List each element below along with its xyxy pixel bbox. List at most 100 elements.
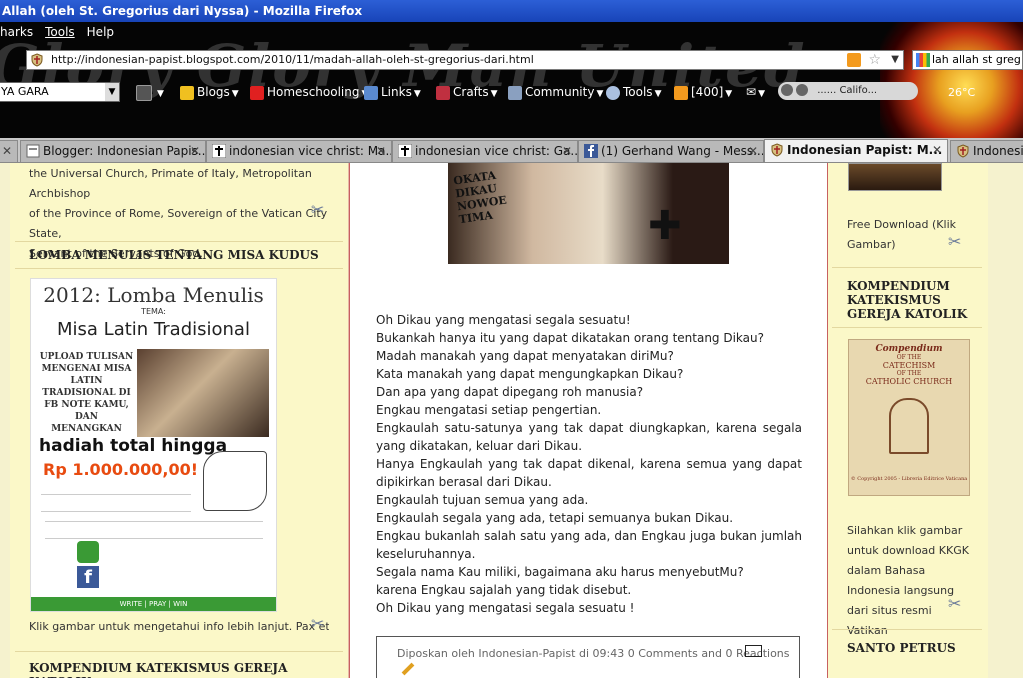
poster-fineprint	[45, 521, 263, 539]
left-sidebar: the Universal Church, Primate of Italy, …	[10, 163, 349, 678]
divider	[15, 268, 343, 269]
book-illustration	[889, 398, 929, 454]
widget-title-kompendium-left: KOMPENDIUM KATEKISMUS GEREJA KATOLIK	[29, 661, 288, 678]
shield-icon	[31, 53, 43, 67]
poster-prize-label: hadiah total hingga	[39, 436, 228, 456]
post-line: karena Engkau sajalah yang tidak disebut…	[376, 583, 632, 597]
chevron-down-icon[interactable]: ▼	[105, 83, 119, 101]
facebook-logo-icon: f	[77, 566, 99, 588]
post-line: Engkaulah satu-satunya yang tak dapat di…	[376, 421, 802, 453]
widget-title-santo-petrus: SANTO PETRUS	[847, 641, 956, 655]
post-line: Engkaulah segala yang ada, tetapi semuan…	[376, 511, 734, 525]
toolbar-mail[interactable]: ✉ ▼	[746, 82, 765, 102]
toolbar-homeschooling[interactable]: Homeschooling▼	[250, 82, 368, 102]
search-value: lah allah st greg	[932, 53, 1021, 66]
edit-tools-icon[interactable]: ✂	[311, 615, 329, 633]
url-text: http://indonesian-papist.blogspot.com/20…	[51, 53, 534, 66]
cross-icon	[398, 144, 412, 158]
divider	[832, 267, 982, 268]
menu-tools[interactable]: Tools	[45, 22, 75, 42]
toolbar-feeds[interactable]: [400] ▼	[674, 82, 732, 102]
url-dropdown-icon[interactable]: ▼	[891, 51, 899, 69]
poster-fineprint	[41, 494, 191, 512]
tab-vice-christ-1[interactable]: indonesian vice christ: Ma... ✕	[206, 140, 392, 162]
poster-tema: TEMA:	[141, 307, 166, 316]
right-sidebar: Free Download (Klik Gambar) ✂ KOMPENDIUM…	[828, 163, 988, 678]
close-icon[interactable]: ✕	[748, 141, 758, 161]
post-footer: Diposkan oleh Indonesian-Papist di 09:43…	[376, 636, 800, 678]
poster-prize-amount: Rp 1.000.000,00!	[43, 460, 199, 479]
main-post-column: OKATA DIKAU NOWOE TIMA ✚ Oh Dikau yang m…	[349, 163, 828, 678]
post-meta[interactable]: Diposkan oleh Indonesian-Papist di 09:43…	[397, 647, 790, 660]
pause-icon[interactable]	[796, 84, 808, 96]
tab-0[interactable]: ✕	[0, 140, 18, 162]
media-player[interactable]: ...... Califo...	[778, 82, 918, 100]
toolbar-tools[interactable]: Tools ▼	[606, 82, 661, 102]
play-icon	[136, 84, 152, 101]
weather-readout: 26°C	[948, 86, 976, 99]
page-margin	[990, 163, 1023, 678]
post-line: Madah manakah yang dapat menyatakan diri…	[376, 349, 674, 363]
post-line: Engkau bukanlah salah satu yang ada, dan…	[376, 529, 802, 561]
email-post-icon[interactable]	[745, 645, 762, 657]
bookmark-star-icon[interactable]: ☆	[868, 51, 881, 69]
toolbar-play-button[interactable]: ▼	[136, 82, 164, 102]
free-download-link[interactable]: Free Download (Klik Gambar)	[847, 215, 957, 255]
tab-bar: ✕ Blogger: Indonesian Papis... ✕ indonesi…	[0, 138, 1023, 163]
tab-blogger[interactable]: Blogger: Indonesian Papis... ✕	[20, 140, 206, 162]
toolbar-blogs[interactable]: Blogs ▼	[180, 82, 239, 102]
blogger-logo-icon	[77, 541, 99, 563]
close-icon[interactable]: ✕	[2, 141, 12, 161]
widget-title-kompendium-right: KOMPENDIUM KATEKISMUS GEREJA KATOLIK	[847, 279, 968, 321]
post-line: Hanya Engkaulah yang tak dapat dikenal, …	[376, 457, 802, 489]
close-icon[interactable]: ✕	[932, 140, 942, 160]
toolbar-crafts[interactable]: Crafts ▼	[436, 82, 498, 102]
shield-icon	[957, 144, 969, 158]
mail-icon: ✉	[746, 85, 757, 99]
window-title: Allah (oleh St. Gregorius dari Nyssa) - …	[0, 0, 1023, 22]
edit-tools-icon[interactable]: ✂	[311, 201, 329, 219]
toolbar-links[interactable]: Links ▼	[364, 82, 421, 102]
browser-chrome: Glory Glory Man United harksToolsHelp ht…	[0, 22, 1023, 138]
magnifier-icon	[606, 85, 620, 100]
menu-help[interactable]: Help	[87, 22, 114, 42]
menu-bookmarks[interactable]: harks	[0, 22, 33, 42]
rss-icon	[674, 85, 688, 100]
poster-illustration	[203, 451, 267, 511]
toolbar-select[interactable]: YA GARA ▼	[0, 82, 120, 102]
poster-footer: WRITE | PRAY | WIN	[31, 597, 276, 611]
post-line: Segala nama Kau miliki, bagaimana aku ha…	[376, 565, 744, 579]
divider	[15, 241, 343, 242]
post-image[interactable]: OKATA DIKAU NOWOE TIMA ✚	[448, 163, 729, 264]
close-icon[interactable]: ✕	[562, 141, 572, 161]
tab-indonesian-papist-active[interactable]: Indonesian Papist: M... ✕	[764, 139, 948, 162]
tab-facebook[interactable]: (1) Gerhand Wang - Mess... ✕	[578, 140, 764, 162]
post-line: Kata manakah yang dapat mengungkapkan Di…	[376, 367, 684, 381]
edit-tools-icon[interactable]: ✂	[948, 233, 966, 251]
close-icon[interactable]: ✕	[376, 141, 386, 161]
google-icon[interactable]	[916, 53, 930, 67]
previous-icon[interactable]	[781, 84, 793, 96]
lomba-poster[interactable]: 2012: Lomba Menulis TEMA: Misa Latin Tra…	[30, 278, 277, 612]
close-icon[interactable]: ✕	[190, 141, 200, 161]
catechism-book-cover[interactable]: Compendium OF THE CATECHISM OF THE CATHO…	[848, 339, 970, 496]
blogger-icon	[26, 144, 40, 158]
download-image[interactable]	[848, 163, 942, 191]
poster-title: 2012: Lomba Menulis	[43, 283, 264, 307]
search-input[interactable]: lah allah st greg	[912, 50, 1023, 70]
toolbar-community[interactable]: Community ▼	[508, 82, 603, 102]
rss-icon[interactable]	[847, 53, 861, 67]
page-content: the Universal Church, Primate of Italy, …	[0, 163, 1023, 678]
post-body: Oh Dikau yang mengatasi segala sesuatu! …	[376, 311, 802, 617]
post-line: Dan apa yang dapat dipegang roh manusia?	[376, 385, 644, 399]
shield-icon	[771, 143, 783, 157]
edit-tools-icon[interactable]: ✂	[948, 595, 966, 613]
poster-upload-text: UPLOAD TULISAN MENGENAI MISA LATIN TRADI…	[39, 352, 134, 434]
url-bar[interactable]: http://indonesian-papist.blogspot.com/20…	[26, 50, 904, 70]
kkgk-caption: Silahkan klik gambar untuk download KKGK…	[847, 524, 969, 637]
edit-pencil-icon[interactable]	[401, 662, 415, 676]
post-image-text: OKATA DIKAU NOWOE TIMA	[452, 168, 508, 227]
tab-indonesia[interactable]: Indonesia	[950, 140, 1023, 162]
tab-vice-christ-2[interactable]: indonesian vice christ: Ga... ✕	[392, 140, 578, 162]
post-line: Oh Dikau yang mengatasi segala sesuatu!	[376, 313, 631, 327]
